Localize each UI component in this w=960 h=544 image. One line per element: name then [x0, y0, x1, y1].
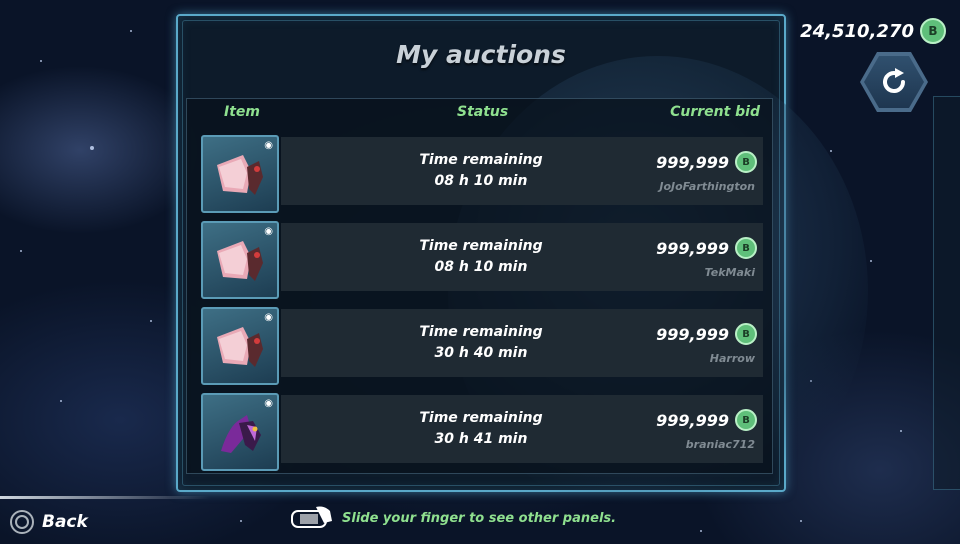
credits-coin-icon: B — [735, 323, 757, 345]
item-thumbnail[interactable]: ◉ — [201, 135, 279, 213]
status-label: Time remaining — [419, 238, 543, 254]
credits-balance: 24,510,270 B — [800, 18, 946, 44]
auction-row-bar: Time remaining 30 h 41 min 999,999 B bra… — [281, 395, 763, 463]
status-label: Time remaining — [419, 152, 543, 168]
time-remaining: Time remaining 08 h 10 min — [401, 150, 561, 192]
back-label: Back — [42, 512, 88, 532]
refresh-button-face[interactable] — [864, 56, 924, 108]
credits-coin-icon: B — [735, 237, 757, 259]
auction-row[interactable]: ◉ Time remaining 08 h 10 min 999,999 B J — [201, 135, 763, 213]
time-remaining: Time remaining 30 h 40 min — [401, 322, 561, 364]
watch-eye-icon: ◉ — [264, 226, 273, 237]
auctions-panel: My auctions Item Status Current bid ◉ Ti… — [176, 14, 868, 526]
time-value: 08 h 10 min — [434, 173, 528, 189]
time-value: 30 h 41 min — [434, 431, 528, 447]
column-headers: Item Status Current bid — [187, 104, 772, 124]
item-thumbnail[interactable]: ◉ — [201, 221, 279, 299]
auction-row[interactable]: ◉ Time remaining 30 h 41 min 999,999 B b — [201, 393, 763, 471]
refresh-icon — [883, 68, 905, 93]
time-remaining: Time remaining 30 h 41 min — [401, 408, 561, 450]
auction-row[interactable]: ◉ Time remaining 08 h 10 min 999,999 B T — [201, 221, 763, 299]
current-bid: 999,999 B — [656, 237, 757, 259]
time-value: 30 h 40 min — [434, 345, 528, 361]
bid-amount: 999,999 — [656, 324, 729, 344]
back-button[interactable]: Back — [10, 510, 88, 534]
current-bid: 999,999 B — [656, 323, 757, 345]
refresh-button[interactable] — [860, 52, 928, 112]
column-header-status: Status — [457, 104, 509, 120]
item-thumbnail[interactable]: ◉ — [201, 393, 279, 471]
auction-list[interactable]: Item Status Current bid ◉ Time remaining… — [186, 98, 773, 474]
time-remaining: Time remaining 08 h 10 min — [401, 236, 561, 278]
column-header-current-bid: Current bid — [670, 104, 760, 120]
bidder-name: TekMaki — [704, 266, 755, 279]
swipe-hand-icon — [291, 506, 332, 528]
current-bid: 999,999 B — [656, 409, 757, 431]
bid-amount: 999,999 — [656, 238, 729, 258]
bidder-name: braniac712 — [685, 438, 755, 451]
auction-row-bar: Time remaining 08 h 10 min 999,999 B Tek… — [281, 223, 763, 291]
balance-amount: 24,510,270 — [800, 20, 914, 42]
hint-text: Slide your finger to see other panels. — [342, 510, 617, 526]
page-title: My auctions — [396, 40, 566, 69]
credits-coin-icon: B — [920, 18, 946, 44]
bidder-name: JoJoFarthington — [659, 180, 755, 193]
bid-amount: 999,999 — [656, 152, 729, 172]
item-thumbnail[interactable]: ◉ — [201, 307, 279, 385]
column-header-item: Item — [224, 104, 260, 120]
bidder-name: Harrow — [709, 352, 755, 365]
circle-button-icon — [10, 510, 34, 534]
current-bid: 999,999 B — [656, 151, 757, 173]
bid-amount: 999,999 — [656, 410, 729, 430]
divider — [0, 496, 210, 499]
watch-eye-icon: ◉ — [264, 312, 273, 323]
auction-row-bar: Time remaining 30 h 40 min 999,999 B Har… — [281, 309, 763, 377]
time-value: 08 h 10 min — [434, 259, 528, 275]
status-label: Time remaining — [419, 324, 543, 340]
next-panel-edge[interactable] — [933, 96, 960, 490]
status-label: Time remaining — [419, 410, 543, 426]
auction-row[interactable]: ◉ Time remaining 30 h 40 min 999,999 B H — [201, 307, 763, 385]
auction-row-bar: Time remaining 08 h 10 min 999,999 B JoJ… — [281, 137, 763, 205]
watch-eye-icon: ◉ — [264, 140, 273, 151]
watch-eye-icon: ◉ — [264, 398, 273, 409]
credits-coin-icon: B — [735, 409, 757, 431]
credits-coin-icon: B — [735, 151, 757, 173]
swipe-hint: Slide your finger to see other panels. — [290, 503, 616, 533]
